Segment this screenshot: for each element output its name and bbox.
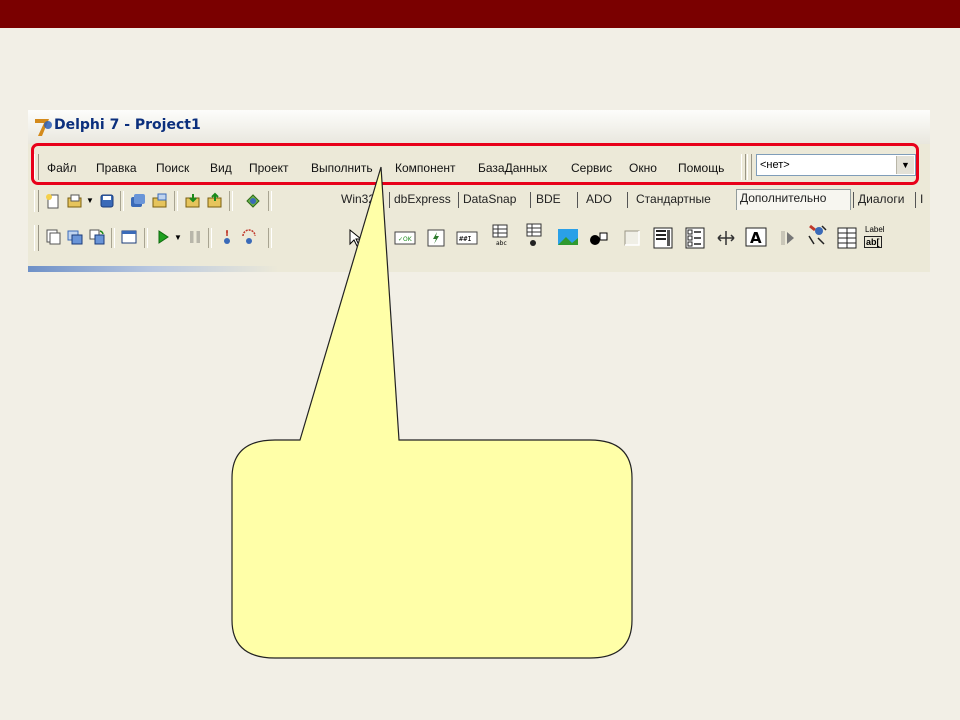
speech-callout — [231, 166, 633, 659]
